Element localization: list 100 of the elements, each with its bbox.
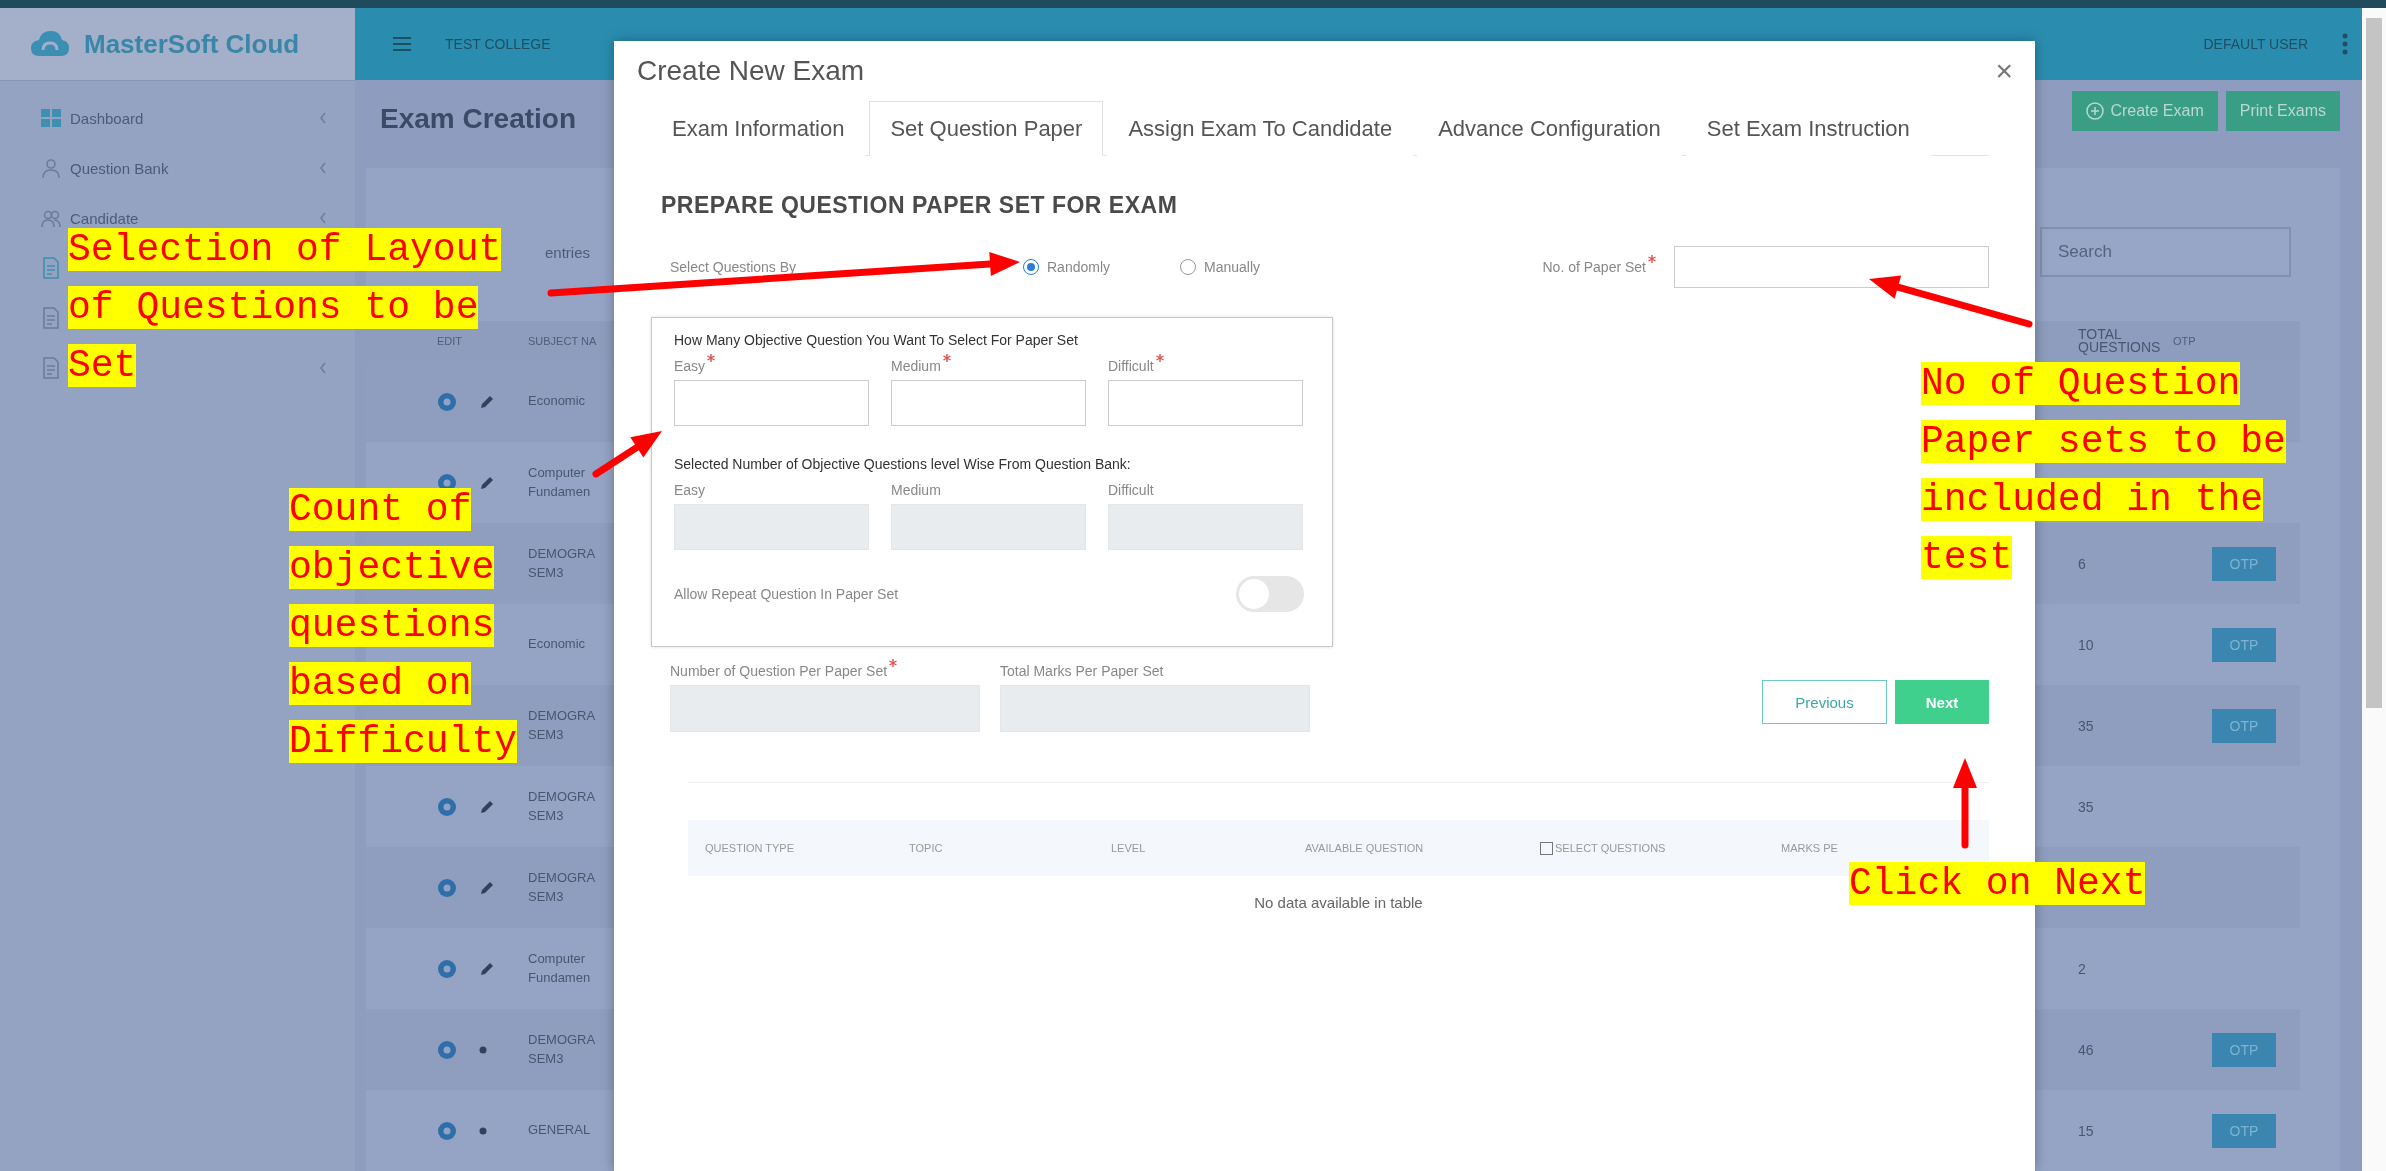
checkbox[interactable]	[1540, 841, 1553, 855]
column-header: SELECT QUESTIONS	[1555, 842, 1666, 854]
column-header: MARKS PE	[1781, 842, 1838, 854]
print-button[interactable]: Print Exams	[2225, 91, 2340, 131]
input-field[interactable]	[1108, 380, 1303, 426]
table-cell: 15	[2078, 1122, 2094, 1139]
table-cell-text: DEMOGRA SEM3	[528, 788, 596, 825]
field-label: No. of Paper Set	[1542, 259, 1646, 275]
required-icon	[889, 659, 898, 667]
field-label: Medium	[891, 358, 941, 374]
chevron-icon	[319, 112, 327, 124]
radio-option[interactable]: Randomly	[1023, 259, 1180, 275]
grid-icon	[40, 107, 62, 129]
scrollbar[interactable]	[2362, 8, 2386, 1171]
callout-tooltip: Click on Next	[1849, 861, 2147, 907]
column-header: LEVEL	[1111, 842, 1146, 854]
column-header: QUESTION TYPE	[705, 842, 795, 854]
otp-button[interactable]: OTP	[2212, 708, 2276, 743]
callout-arrow	[592, 431, 662, 478]
column-header: AVAILABLE QUESTION	[1305, 842, 1424, 854]
pencil-icon[interactable]	[479, 393, 495, 410]
field-label: Medium	[891, 482, 941, 498]
field-label: Difficult	[1108, 358, 1154, 374]
input-field[interactable]	[891, 380, 1086, 426]
pencil-icon[interactable]	[479, 798, 495, 815]
field-label: Number of Question Per Paper Set	[670, 663, 888, 679]
chevron-icon[interactable]	[319, 362, 327, 374]
page-title: Exam Creation	[380, 103, 577, 135]
info-icon[interactable]	[437, 1120, 457, 1141]
required-icon	[1648, 255, 1656, 263]
create-exam-button[interactable]: Create Exam	[2072, 91, 2218, 131]
column-header: TOPIC	[909, 842, 943, 854]
college-name: TEST COLLEGE	[445, 36, 551, 52]
section-heading: PREPARE QUESTION PAPER SET FOR EXAM	[660, 192, 1179, 219]
document-icon[interactable]	[40, 357, 62, 379]
sidebar-item[interactable]: Dashboard	[0, 93, 355, 143]
info-icon[interactable]	[437, 391, 457, 412]
otp-button[interactable]: OTP	[2212, 1032, 2276, 1067]
menu-icon[interactable]	[393, 37, 411, 51]
next-button[interactable]: Next	[1895, 680, 1989, 724]
otp-button[interactable]: OTP	[2212, 546, 2276, 581]
tab[interactable]: Set Question Paper	[869, 101, 1104, 156]
panel-title: Selected Number of Objective Questions level Wise From Question Bank:	[674, 456, 1132, 472]
field-label: Allow Repeat Question In Paper Set	[674, 586, 899, 602]
dot-icon[interactable]	[479, 1045, 487, 1054]
info-icon[interactable]	[437, 958, 457, 979]
info-icon[interactable]	[437, 1039, 457, 1060]
table-cell-text: DEMOGRA SEM3	[528, 545, 596, 582]
input-field[interactable]	[674, 380, 869, 426]
table-cell: 10	[2078, 636, 2094, 653]
table-cell-text: Economic	[528, 635, 587, 654]
required-icon	[1155, 354, 1164, 362]
close-button[interactable]: ×	[1989, 54, 2019, 88]
table-cell-text: GENERAL	[528, 1121, 592, 1140]
table-cell-text: DEMOGRA SEM3	[528, 1031, 596, 1068]
input-field[interactable]	[1674, 246, 1989, 288]
table-cell-text: Computer Fundamen	[528, 950, 592, 987]
table-cell: 35	[2078, 717, 2094, 734]
document-icon[interactable]	[40, 257, 62, 279]
more-icon[interactable]	[2342, 33, 2348, 55]
otp-button[interactable]: OTP	[2212, 1113, 2276, 1148]
info-icon[interactable]	[437, 877, 457, 898]
table-cell-text: Economic	[528, 392, 587, 411]
user-name[interactable]: DEFAULT USER	[2203, 36, 2308, 52]
table-cell: 6	[2078, 555, 2086, 572]
search-field[interactable]: Search	[2040, 227, 2291, 277]
column-header: TOTAL QUESTIONS	[2078, 328, 2162, 354]
table-cell: 2	[2078, 960, 2086, 977]
dot-icon[interactable]	[479, 1126, 487, 1135]
panel-title: How Many Objective Question You Want To Select For Paper Set	[674, 332, 1079, 348]
user-icon	[40, 157, 62, 179]
pencil-icon[interactable]	[479, 474, 495, 491]
field-label: Difficult	[1108, 482, 1154, 498]
document-icon[interactable]	[40, 307, 62, 329]
column-header: SUBJECT NA	[528, 334, 598, 348]
table-cell-text: Computer Fundamen	[528, 464, 592, 501]
entries-label: entries	[545, 243, 591, 261]
logo-text: MasterSoft Cloud	[84, 28, 300, 60]
pencil-icon[interactable]	[479, 879, 495, 896]
plus-icon	[2086, 102, 2105, 120]
otp-button[interactable]: OTP	[2212, 627, 2276, 662]
table-cell: 46	[2078, 1041, 2094, 1058]
previous-button[interactable]: Previous	[1762, 680, 1887, 724]
chevron-icon	[319, 212, 327, 224]
table-cell: 35	[2078, 798, 2094, 815]
column-header: OTP	[2173, 334, 2197, 348]
dialog-title: Create New Exam	[637, 55, 865, 87]
required-icon	[942, 354, 951, 362]
field-label: Easy	[674, 358, 706, 374]
sidebar-item[interactable]: Question Bank	[0, 143, 355, 193]
info-icon[interactable]	[437, 796, 457, 817]
empty-table-message: No data available in table	[1254, 894, 1423, 911]
radio-option[interactable]: Manually	[1180, 259, 1337, 275]
toggle-switch[interactable]	[1236, 576, 1304, 612]
table-cell-text: DEMOGRA SEM3	[528, 869, 596, 906]
required-icon	[707, 354, 716, 362]
table-cell-text: DEMOGRA SEM3	[528, 707, 596, 744]
chevron-icon	[319, 162, 327, 174]
field-label: Total Marks Per Paper Set	[1000, 663, 1164, 679]
pencil-icon[interactable]	[479, 960, 495, 977]
